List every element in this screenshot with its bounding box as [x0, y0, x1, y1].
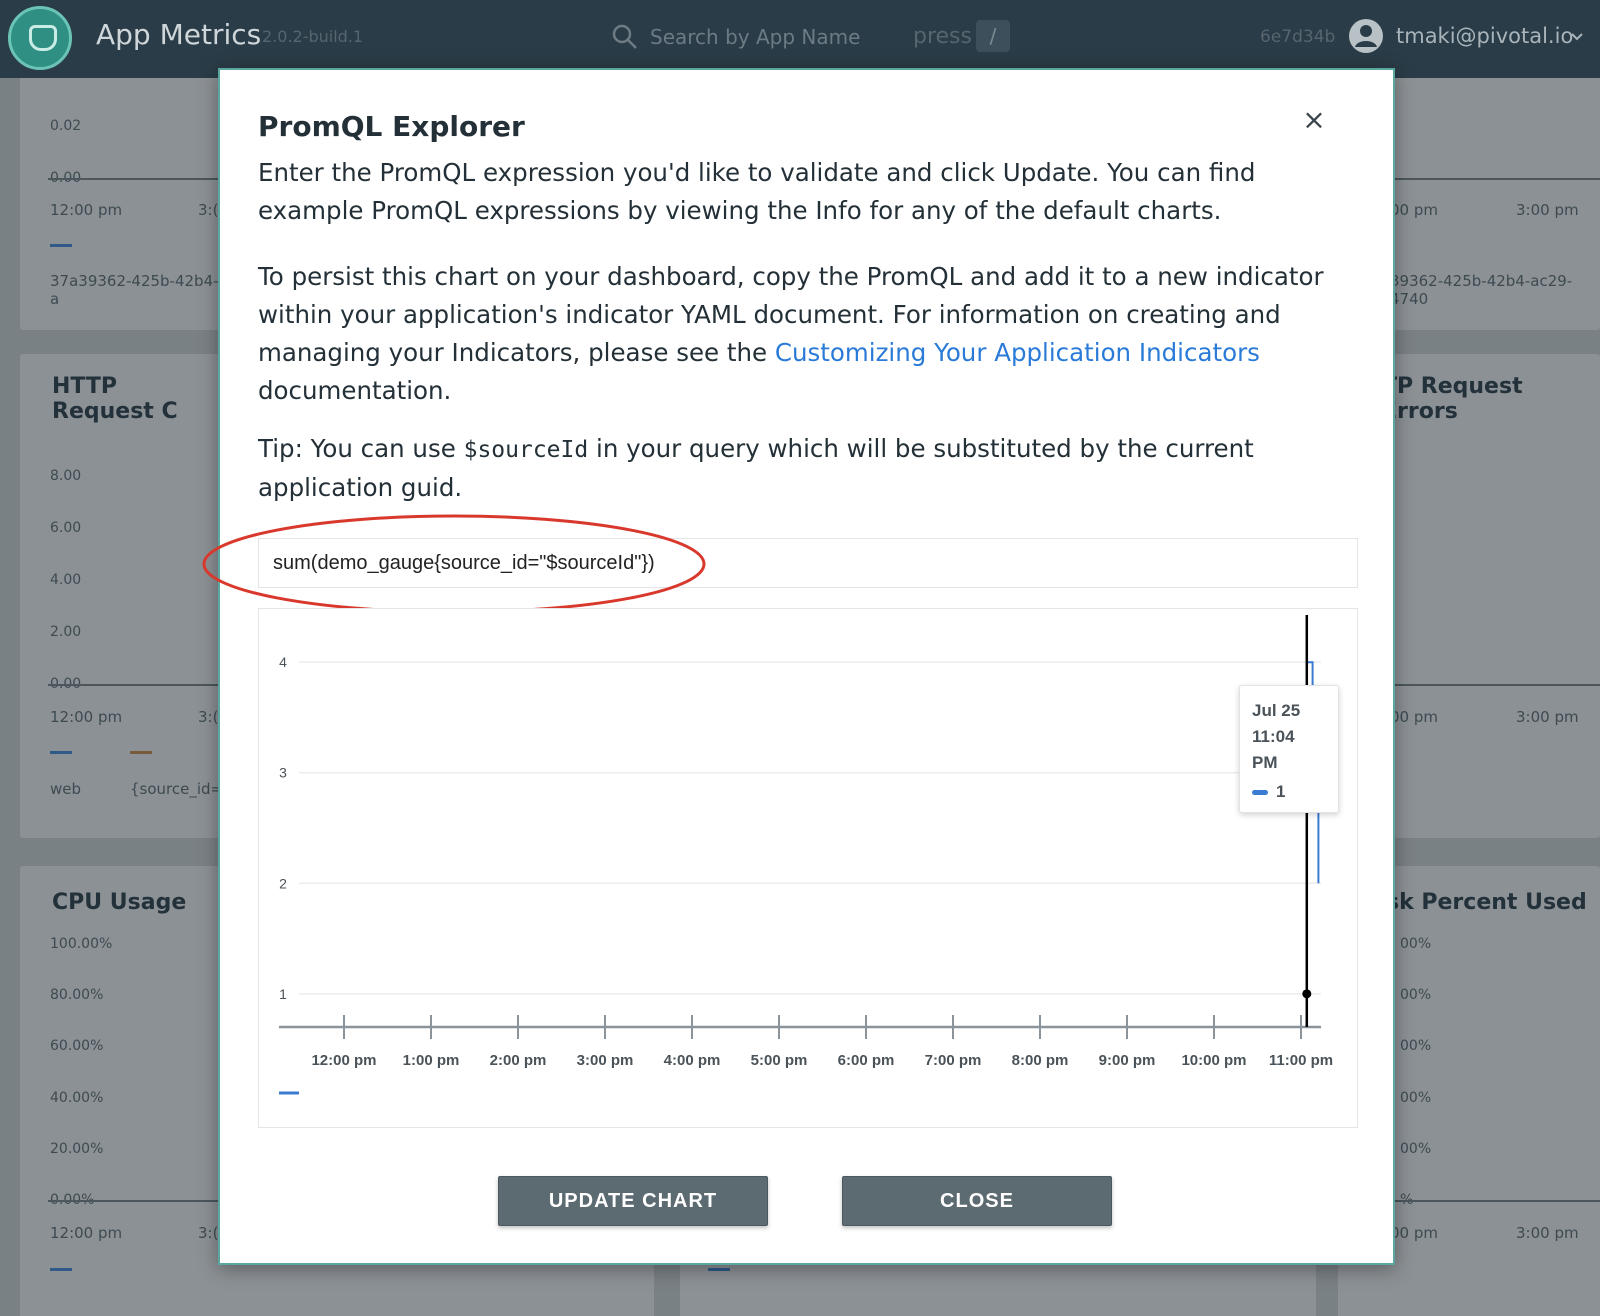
- legend-label: 39362-425b-42b4-ac29-4740: [1390, 272, 1573, 308]
- card-title: HTTP Request C: [52, 374, 178, 424]
- y-tick: 00%: [1400, 1141, 1432, 1157]
- tooltip-time: 11:04: [1252, 727, 1295, 746]
- y-tick-label: 4: [279, 654, 287, 670]
- tip-text: Tip: You can use $sourceId in your query…: [258, 430, 1358, 507]
- legend-swatch: [708, 1268, 730, 1271]
- x-tick: 12:00 pm: [50, 201, 123, 219]
- query-result-chart: 1 2 3 4 12:00 pm 1:00 pm 2:00 pm 3:00 pm 4:00 pm…: [258, 608, 1358, 1128]
- x-tick-label: 6:00 pm: [838, 1052, 895, 1069]
- search-icon[interactable]: [612, 24, 638, 50]
- persist-paragraph-end: documentation.: [258, 376, 452, 405]
- hover-marker: [1302, 989, 1312, 999]
- legend-label: 37a39362-425b-42b4-a: [50, 272, 219, 308]
- metric-card: 0.02 0.00 12:00 pm 3:( 37a39362-425b-42b…: [20, 78, 220, 330]
- customizing-indicators-link[interactable]: Customizing Your Application Indicators: [775, 338, 1260, 367]
- x-tick: 3:00 pm: [1516, 201, 1579, 219]
- commit-hash: 6e7d34b: [1260, 27, 1336, 47]
- y-tick: 00%: [1400, 1090, 1432, 1106]
- update-chart-button[interactable]: UPDATE CHART: [498, 1176, 768, 1226]
- http-requests-card: HTTP Request C 8.00 6.00 4.00 2.00 0.00 …: [20, 354, 224, 838]
- y-tick: 4.00: [50, 572, 82, 588]
- y-tick: 0.02: [50, 118, 82, 134]
- x-tick-label: 5:00 pm: [751, 1052, 808, 1069]
- x-axis: [48, 178, 220, 180]
- user-email[interactable]: tmaki@pivotal.io: [1396, 24, 1573, 48]
- x-tick-label: 8:00 pm: [1012, 1052, 1069, 1069]
- x-tick-label: 4:00 pm: [664, 1052, 721, 1069]
- search-input[interactable]: Search by App Name: [650, 25, 860, 49]
- close-button[interactable]: CLOSE: [842, 1176, 1112, 1226]
- x-tick-label: 7:00 pm: [925, 1052, 982, 1069]
- intro-paragraph: Enter the PromQL expression you'd like t…: [258, 158, 1256, 225]
- x-tick-label: 1:00 pm: [403, 1052, 460, 1069]
- tooltip-ampm: PM: [1252, 753, 1278, 772]
- y-tick: 60.00%: [50, 1038, 104, 1054]
- legend-label: web: [50, 780, 82, 798]
- x-tick-label: 10:00 pm: [1181, 1052, 1246, 1069]
- source-id-code: $sourceId: [463, 437, 589, 463]
- owl-icon: [29, 25, 57, 51]
- legend-swatch: [50, 1268, 72, 1271]
- x-tick-label: 9:00 pm: [1099, 1052, 1156, 1069]
- x-tick: 3:(: [198, 201, 219, 219]
- y-tick: 6.00: [50, 520, 82, 536]
- promql-query-input[interactable]: [258, 538, 1358, 588]
- x-tick: 3:(: [198, 708, 219, 726]
- x-tick-label: 2:00 pm: [490, 1052, 547, 1069]
- intro-text: Enter the PromQL expression you'd like t…: [258, 154, 1358, 230]
- y-tick: 80.00%: [50, 987, 104, 1003]
- top-bar: App Metrics 2.0.2-build.1 Search by App …: [0, 0, 1600, 78]
- x-tick-label: 12:00 pm: [311, 1052, 376, 1069]
- x-tick-label: 11:00 pm: [1269, 1052, 1333, 1069]
- y-tick-label: 2: [279, 875, 287, 891]
- promql-explorer-dialog: PromQL Explorer × Enter the PromQL expre…: [202, 68, 1395, 1265]
- x-tick: 00 pm: [1390, 1224, 1438, 1242]
- tip-prefix: Tip: You can use: [258, 434, 464, 463]
- legend-swatch: [50, 751, 72, 754]
- y-tick: 00%: [1400, 987, 1432, 1003]
- x-tick: 00 pm: [1390, 201, 1438, 219]
- tooltip-series-value: 1: [1276, 782, 1286, 801]
- shortcut-hint: press: [913, 24, 972, 49]
- y-tick: 00%: [1400, 936, 1432, 952]
- x-tick: 3:00 pm: [1516, 1224, 1579, 1242]
- app-title[interactable]: App Metrics: [96, 18, 261, 51]
- dialog-title: PromQL Explorer: [258, 110, 525, 143]
- card-title: TP Request Errors: [1382, 374, 1523, 424]
- y-tick: 00%: [1400, 1038, 1432, 1054]
- x-tick: 00 pm: [1390, 708, 1438, 726]
- y-tick: 100.00%: [50, 936, 113, 952]
- y-tick-label: 1: [279, 986, 287, 1002]
- card-title: CPU Usage: [52, 890, 187, 915]
- x-tick: 3:00 pm: [1516, 708, 1579, 726]
- x-tick: 3:(: [198, 1224, 219, 1242]
- app-logo-icon[interactable]: [8, 6, 72, 70]
- tooltip-date: Jul 25: [1252, 701, 1301, 720]
- x-tick: 12:00 pm: [50, 708, 123, 726]
- legend-swatch: [130, 751, 152, 754]
- chevron-down-icon[interactable]: [1570, 30, 1584, 44]
- user-avatar-icon[interactable]: [1348, 18, 1384, 54]
- tooltip-series-swatch: [1252, 789, 1268, 795]
- persist-text: To persist this chart on your dashboard,…: [258, 258, 1358, 410]
- chart-tooltip: Jul 25 11:04 PM 1: [1239, 685, 1339, 813]
- chart-svg: 1 2 3 4 12:00 pm 1:00 pm 2:00 pm 3:00 pm 4:00 pm…: [279, 615, 1333, 1095]
- y-tick-label: 3: [279, 765, 287, 781]
- y-tick: 40.00%: [50, 1090, 104, 1106]
- x-axis: [48, 684, 220, 686]
- x-tick-label: 3:00 pm: [577, 1052, 634, 1069]
- legend-swatch: [50, 244, 72, 247]
- shortcut-key-badge: /: [976, 20, 1010, 52]
- card-title: sk Percent Used: [1386, 890, 1587, 915]
- y-tick: 20.00%: [50, 1141, 104, 1157]
- y-tick: 2.00: [50, 624, 82, 640]
- y-tick: 8.00: [50, 468, 82, 484]
- app-version: 2.0.2-build.1: [262, 27, 364, 46]
- close-icon[interactable]: ×: [1300, 106, 1328, 134]
- tooltip-series: 1: [1252, 782, 1338, 802]
- legend-label: {source_id=: [130, 780, 224, 798]
- x-tick: 12:00 pm: [50, 1224, 123, 1242]
